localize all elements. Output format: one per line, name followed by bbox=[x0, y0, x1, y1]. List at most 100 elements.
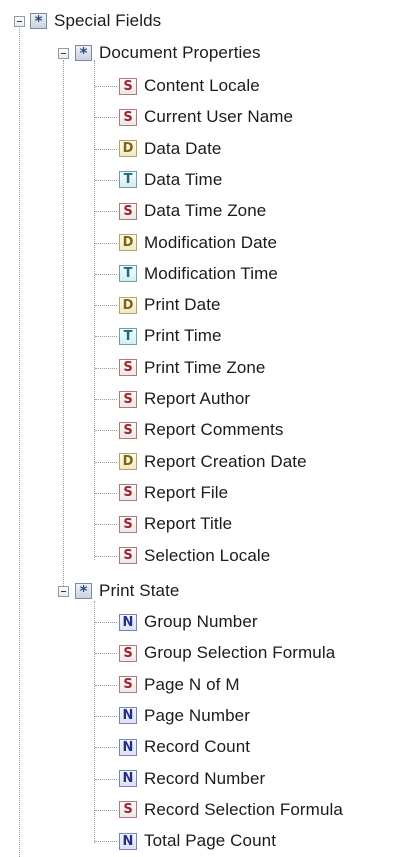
tree-leaf-data-time[interactable]: T Data Time bbox=[119, 167, 222, 193]
branch-connector-line bbox=[95, 211, 117, 213]
branch-connector-line bbox=[95, 747, 117, 749]
tree-leaf-total-page-count[interactable]: N Total Page Count bbox=[119, 828, 276, 854]
string-field-icon: S bbox=[119, 676, 137, 694]
tree-leaf-report-author[interactable]: S Report Author bbox=[119, 386, 250, 412]
branch-connector-line bbox=[95, 622, 117, 623]
tree-leaf-data-time-zone[interactable]: S Data Time Zone bbox=[119, 198, 266, 224]
tree-leaf-label: Page N of M bbox=[144, 674, 240, 694]
print-state-collapse-toggle[interactable] bbox=[58, 586, 69, 597]
branch-connector-line bbox=[95, 273, 117, 275]
date-field-icon: D bbox=[119, 234, 137, 251]
branch-connector-line bbox=[95, 778, 117, 780]
tree-leaf-data-date[interactable]: D Data Date bbox=[119, 136, 221, 162]
number-field-icon: N bbox=[119, 707, 137, 725]
document-properties-connector-line bbox=[94, 60, 95, 560]
date-field-icon: D bbox=[119, 453, 137, 471]
date-field-icon: D bbox=[119, 296, 137, 314]
tree-leaf-label: Record Number bbox=[144, 768, 266, 788]
tree-leaf-label: Total Page Count bbox=[144, 831, 277, 851]
branch-connector-line bbox=[95, 179, 117, 181]
tree-leaf-label: Report Author bbox=[144, 389, 251, 408]
tree-leaf-group-selection-formula[interactable]: S Group Selection Formula bbox=[119, 640, 335, 666]
tree-node-special-fields[interactable]: * Special Fields bbox=[30, 8, 161, 34]
tree-leaf-label: Current User Name bbox=[144, 107, 294, 127]
root-connector-line bbox=[19, 26, 20, 857]
tree-leaf-label: Record Count bbox=[144, 737, 251, 757]
tree-leaf-group-number[interactable]: N Group Number bbox=[119, 609, 258, 635]
field-explorer-tree: * Special Fields * Document Properties S… bbox=[0, 0, 396, 857]
string-field-icon: S bbox=[119, 421, 137, 439]
date-field-icon: D bbox=[119, 140, 137, 158]
tree-leaf-label: Content Locale bbox=[144, 76, 260, 95]
time-field-icon: T bbox=[119, 171, 137, 189]
number-field-icon: N bbox=[119, 613, 137, 631]
asterisk-folder-icon: * bbox=[30, 13, 47, 29]
tree-leaf-label: Print Time bbox=[144, 326, 222, 346]
branch-connector-line bbox=[95, 117, 117, 119]
string-field-icon: S bbox=[119, 644, 137, 662]
branch-connector-line bbox=[95, 841, 117, 843]
tree-leaf-record-count[interactable]: N Record Count bbox=[119, 734, 250, 760]
branch-connector-line bbox=[95, 367, 117, 369]
tree-leaf-record-selection-formula[interactable]: S Record Selection Formula bbox=[119, 797, 343, 823]
branch-connector-line bbox=[95, 492, 117, 494]
branch-connector-line bbox=[95, 305, 117, 307]
tree-leaf-label: Report Comments bbox=[144, 420, 284, 440]
branch-connector-line bbox=[95, 242, 117, 244]
tree-leaf-label: Data Time Zone bbox=[144, 201, 267, 221]
special-fields-collapse-toggle[interactable] bbox=[14, 16, 25, 27]
branch-connector-line bbox=[95, 399, 117, 400]
tree-node-document-properties[interactable]: * Document Properties bbox=[75, 40, 261, 66]
asterisk-folder-icon: * bbox=[75, 45, 92, 61]
tree-leaf-page-n-of-m[interactable]: S Page N of M bbox=[119, 672, 240, 698]
string-field-icon: S bbox=[119, 484, 137, 502]
tree-leaf-label: Print Date bbox=[144, 295, 221, 315]
branch-connector-line bbox=[95, 461, 117, 463]
number-field-icon: N bbox=[119, 770, 137, 787]
tree-leaf-report-title[interactable]: S Report Title bbox=[119, 511, 232, 537]
tree-leaf-label: Data Date bbox=[144, 138, 222, 158]
tree-leaf-label: Print Time Zone bbox=[144, 357, 266, 377]
asterisk-folder-icon: * bbox=[75, 583, 92, 599]
tree-leaf-print-time[interactable]: T Print Time bbox=[119, 323, 222, 349]
tree-leaf-modification-time[interactable]: T Modification Time bbox=[119, 261, 278, 287]
document-properties-collapse-toggle[interactable] bbox=[58, 48, 69, 59]
tree-leaf-current-user-name[interactable]: S Current User Name bbox=[119, 104, 293, 130]
tree-leaf-label: Report File bbox=[144, 482, 229, 502]
tree-leaf-page-number[interactable]: N Page Number bbox=[119, 703, 250, 729]
branch-connector-line bbox=[95, 715, 117, 717]
string-field-icon: S bbox=[119, 515, 137, 533]
branch-connector-line bbox=[95, 555, 117, 557]
branch-connector-line bbox=[95, 524, 117, 526]
tree-leaf-label: Modification Date bbox=[144, 232, 278, 252]
branch-connector-line bbox=[95, 809, 117, 811]
tree-leaf-label: Data Time bbox=[144, 169, 223, 189]
tree-leaf-print-date[interactable]: D Print Date bbox=[119, 292, 221, 318]
tree-node-print-state[interactable]: * Print State bbox=[75, 578, 179, 604]
string-field-icon: S bbox=[119, 547, 137, 564]
tree-leaf-modification-date[interactable]: D Modification Date bbox=[119, 230, 277, 256]
tree-leaf-content-locale[interactable]: S Content Locale bbox=[119, 73, 260, 99]
tree-leaf-selection-locale[interactable]: S Selection Locale bbox=[119, 543, 270, 569]
tree-leaf-report-file[interactable]: S Report File bbox=[119, 480, 228, 506]
branch-connector-line bbox=[95, 684, 117, 686]
branch-connector-line bbox=[95, 86, 117, 87]
string-field-icon: S bbox=[119, 108, 137, 126]
tree-leaf-record-number[interactable]: N Record Number bbox=[119, 766, 265, 792]
string-field-icon: S bbox=[119, 77, 137, 95]
tree-leaf-label: Group Number bbox=[144, 612, 258, 631]
tree-leaf-label: Report Creation Date bbox=[144, 451, 307, 471]
time-field-icon: T bbox=[119, 327, 137, 345]
branch-connector-line bbox=[95, 653, 117, 655]
string-field-icon: S bbox=[119, 801, 137, 819]
tree-leaf-report-creation-date[interactable]: D Report Creation Date bbox=[119, 449, 307, 475]
tree-leaf-print-time-zone[interactable]: S Print Time Zone bbox=[119, 355, 266, 381]
branch-connector-line bbox=[95, 148, 117, 150]
string-field-icon: S bbox=[119, 390, 137, 408]
tree-leaf-label: Record Selection Formula bbox=[144, 799, 343, 819]
string-field-icon: S bbox=[119, 359, 137, 377]
tree-leaf-report-comments[interactable]: S Report Comments bbox=[119, 417, 283, 443]
tree-leaf-label: Selection Locale bbox=[144, 545, 271, 565]
branch-connector-line bbox=[95, 430, 117, 432]
number-field-icon: N bbox=[119, 832, 137, 850]
